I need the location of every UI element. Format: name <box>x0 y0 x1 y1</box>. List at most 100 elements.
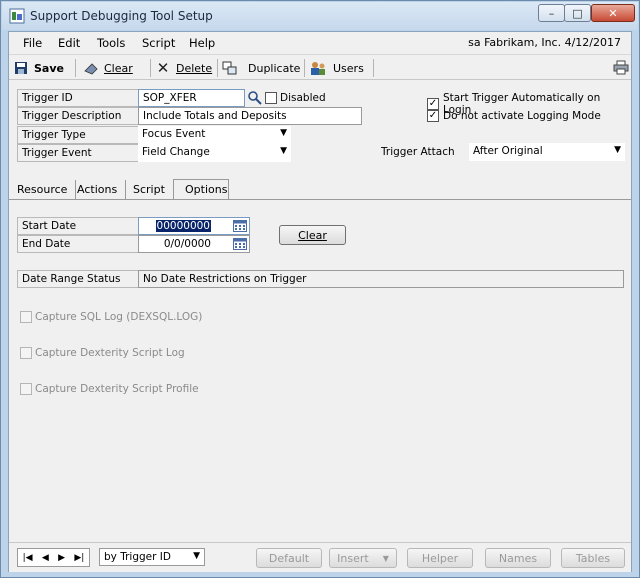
toolbar-separator <box>75 59 76 77</box>
trigger-event-dropdown[interactable]: Field Change ▼ <box>138 144 291 162</box>
disabled-label: Disabled <box>280 92 326 104</box>
toolbar-separator <box>150 59 151 77</box>
no-logging-row[interactable]: ✓ Do not activate Logging Mode <box>427 110 601 122</box>
record-navigation: |◀ ◀ ▶ ▶| <box>17 548 90 567</box>
disabled-checkbox[interactable] <box>265 92 277 104</box>
capture-sql-row: Capture SQL Log (DEXSQL.LOG) <box>20 311 202 323</box>
insert-label: Insert <box>337 551 369 565</box>
capture-sql-checkbox[interactable] <box>20 311 32 323</box>
maximize-button[interactable]: □ <box>564 4 591 22</box>
start-date-field[interactable]: 00000000 <box>138 217 250 235</box>
capture-dex-log-checkbox[interactable] <box>20 347 32 359</box>
toolbar-separator <box>373 59 374 77</box>
previous-record-icon[interactable]: ◀ <box>42 553 49 563</box>
window-frame: Support Debugging Tool Setup – □ ✕ File … <box>0 0 640 578</box>
bottom-bar: |◀ ◀ ▶ ▶| by Trigger ID ▼ Default Insert… <box>9 542 631 572</box>
last-record-icon[interactable]: ▶| <box>74 553 84 563</box>
options-clear-button[interactable]: Clear <box>279 225 346 245</box>
trigger-attach-value: After Original <box>473 145 543 157</box>
clear-label: Clear <box>104 61 133 75</box>
duplicate-button[interactable]: Duplicate <box>222 60 300 76</box>
first-record-icon[interactable]: |◀ <box>23 553 33 563</box>
options-clear-label: Clear <box>298 228 327 242</box>
end-date-value: 0/0/0000 <box>163 238 211 250</box>
toolbar: Save Clear ✕ Delete Duplicate Users <box>9 54 631 80</box>
capture-dex-profile-label: Capture Dexterity Script Profile <box>35 383 199 395</box>
trigger-type-dropdown[interactable]: Focus Event ▼ <box>138 126 291 144</box>
menu-script[interactable]: Script <box>142 36 175 50</box>
no-logging-label: Do not activate Logging Mode <box>443 110 601 122</box>
trigger-id-field[interactable]: SOP_XFER <box>138 89 245 107</box>
tab-resource[interactable]: Resource <box>9 180 77 200</box>
duplicate-icon <box>222 60 238 76</box>
menu-bar: File Edit Tools Script Help sa Fabrikam,… <box>9 32 631 54</box>
trigger-description-field[interactable]: Include Totals and Deposits <box>138 107 362 125</box>
helper-button[interactable]: Helper <box>407 548 473 568</box>
trigger-description-label: Trigger Description <box>17 107 138 125</box>
menu-help[interactable]: Help <box>189 36 215 50</box>
dropdown-arrow-icon: ▼ <box>614 145 621 155</box>
minimize-button[interactable]: – <box>538 4 565 22</box>
capture-dex-log-row: Capture Dexterity Script Log <box>20 347 185 359</box>
trigger-attach-dropdown[interactable]: After Original ▼ <box>469 143 625 161</box>
no-logging-checkbox[interactable]: ✓ <box>427 110 439 122</box>
insert-button[interactable]: Insert ▼ <box>329 548 397 568</box>
users-icon <box>309 60 325 76</box>
menu-edit[interactable]: Edit <box>58 36 80 50</box>
toolbar-separator <box>217 59 218 77</box>
save-button[interactable]: Save <box>13 60 64 76</box>
capture-dex-profile-row: Capture Dexterity Script Profile <box>20 383 199 395</box>
trigger-event-label: Trigger Event <box>17 144 138 162</box>
end-date-label: End Date <box>17 235 138 253</box>
trigger-event-value: Field Change <box>142 146 210 158</box>
date-range-status-value: No Date Restrictions on Trigger <box>138 270 624 288</box>
default-button[interactable]: Default <box>256 548 322 568</box>
capture-dex-profile-checkbox[interactable] <box>20 383 32 395</box>
eraser-icon <box>83 60 99 76</box>
user-company-date: sa Fabrikam, Inc. 4/12/2017 <box>468 36 621 49</box>
save-icon <box>13 60 29 76</box>
clear-button[interactable]: Clear <box>83 60 133 76</box>
trigger-type-value: Focus Event <box>142 128 206 140</box>
capture-sql-label: Capture SQL Log (DEXSQL.LOG) <box>35 311 203 323</box>
start-auto-checkbox[interactable]: ✓ <box>427 98 439 110</box>
sort-by-dropdown[interactable]: by Trigger ID ▼ <box>99 548 205 566</box>
users-button[interactable]: Users <box>309 60 364 76</box>
end-date-field[interactable]: 0/0/0000 <box>138 235 250 253</box>
names-button[interactable]: Names <box>485 548 551 568</box>
dropdown-arrow-icon: ▼ <box>280 128 287 138</box>
insert-dropdown-icon: ▼ <box>382 553 389 563</box>
dropdown-arrow-icon: ▼ <box>280 146 287 156</box>
disabled-checkbox-row[interactable]: Disabled <box>265 92 326 104</box>
toolbar-separator <box>304 59 305 77</box>
trigger-id-label: Trigger ID <box>17 89 138 107</box>
print-icon[interactable] <box>613 60 629 78</box>
sort-by-value: by Trigger ID <box>104 551 171 563</box>
start-date-label: Start Date <box>17 217 138 235</box>
delete-x-icon: ✕ <box>156 59 170 77</box>
calendar-icon[interactable] <box>233 238 247 250</box>
duplicate-label: Duplicate <box>248 61 301 75</box>
tab-options[interactable]: Options <box>173 179 229 200</box>
capture-dex-log-label: Capture Dexterity Script Log <box>35 347 185 359</box>
date-range-status-label: Date Range Status <box>17 270 138 288</box>
start-date-value: 00000000 <box>155 220 211 232</box>
save-label: Save <box>34 61 64 75</box>
trigger-attach-label: Trigger Attach <box>381 146 455 158</box>
delete-label: Delete <box>176 61 213 75</box>
next-record-icon[interactable]: ▶ <box>58 553 65 563</box>
menu-tools[interactable]: Tools <box>97 36 125 50</box>
dropdown-arrow-icon: ▼ <box>193 551 200 561</box>
tab-divider <box>9 199 631 200</box>
calendar-icon[interactable] <box>233 220 247 232</box>
trigger-type-label: Trigger Type <box>17 126 138 144</box>
client-area: File Edit Tools Script Help sa Fabrikam,… <box>8 31 632 572</box>
delete-button[interactable]: ✕ Delete <box>155 59 213 77</box>
menu-file[interactable]: File <box>23 36 42 50</box>
app-icon <box>9 8 25 24</box>
close-button[interactable]: ✕ <box>591 4 635 22</box>
title-bar[interactable]: Support Debugging Tool Setup – □ ✕ <box>2 2 638 30</box>
tab-actions[interactable]: Actions <box>69 180 127 200</box>
tab-script[interactable]: Script <box>125 180 174 200</box>
tables-button[interactable]: Tables <box>561 548 625 568</box>
